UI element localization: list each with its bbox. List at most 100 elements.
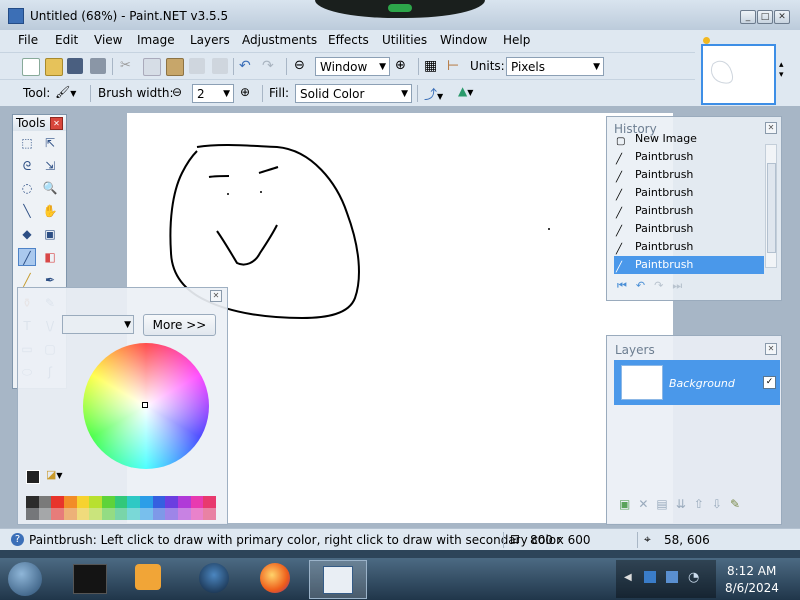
menu-effects[interactable]: Effects xyxy=(328,33,369,47)
zoom-icon[interactable]: 🔍 xyxy=(41,179,59,197)
menu-help[interactable]: Help xyxy=(503,33,530,47)
minimize-button[interactable]: _ xyxy=(740,10,756,24)
palette-swatch[interactable] xyxy=(26,508,39,520)
layer-properties-icon[interactable]: ✎ xyxy=(730,497,748,511)
close-icon[interactable]: ✕ xyxy=(50,117,63,130)
cut-icon[interactable]: ✂ xyxy=(120,58,136,74)
primary-secondary-dropdown[interactable]: ▼ xyxy=(62,315,134,334)
move-selection-icon[interactable]: ⇲ xyxy=(41,157,59,175)
menu-view[interactable]: View xyxy=(94,33,122,47)
deselect-icon[interactable] xyxy=(212,58,228,74)
palette-swatch[interactable] xyxy=(140,508,153,520)
palette-swatch[interactable] xyxy=(114,508,128,520)
close-icon[interactable]: ✕ xyxy=(765,122,777,134)
units-dropdown[interactable]: Pixels ▼ xyxy=(506,57,604,76)
thumbnail-scroll-arrows[interactable]: ▴ ▾ xyxy=(779,60,784,80)
open-icon[interactable] xyxy=(45,58,63,76)
redo-icon[interactable]: ↷ xyxy=(654,279,672,292)
eraser-icon[interactable]: ◧ xyxy=(41,248,59,266)
undo-icon[interactable]: ↶ xyxy=(239,58,255,74)
history-item[interactable]: ╱ Paintbrush xyxy=(614,184,764,202)
start-button[interactable] xyxy=(8,562,42,596)
palette-swatch[interactable] xyxy=(152,496,166,508)
palette-swatch[interactable] xyxy=(89,496,103,508)
palette-swatch[interactable] xyxy=(76,508,90,520)
history-item[interactable]: ╱ Paintbrush xyxy=(614,238,764,256)
palette-swatch[interactable] xyxy=(64,496,77,508)
palette-swatch[interactable] xyxy=(127,508,141,520)
palette-swatch[interactable] xyxy=(38,508,52,520)
decrease-width-icon[interactable]: ⊖ xyxy=(172,85,182,99)
history-item[interactable]: ╱ Paintbrush xyxy=(614,220,764,238)
color-wheel-marker[interactable] xyxy=(142,402,148,408)
menu-file[interactable]: File xyxy=(18,33,38,47)
palette-menu-icon[interactable]: ◪▼ xyxy=(46,468,63,481)
add-layer-icon[interactable]: ▣ xyxy=(619,497,638,511)
palette-swatch[interactable] xyxy=(102,508,115,520)
lasso-select-icon[interactable]: ᘓ xyxy=(18,157,36,175)
rulers-icon[interactable]: ⊢ xyxy=(447,58,463,74)
rewind-icon[interactable]: ⏮ xyxy=(617,279,636,292)
palette-swatch[interactable] xyxy=(102,496,115,508)
move-layer-up-icon[interactable]: ⇧ xyxy=(694,497,712,511)
menu-window[interactable]: Window xyxy=(440,33,487,47)
palette-swatch[interactable] xyxy=(26,496,39,508)
palette-swatch[interactable] xyxy=(140,496,153,508)
paintnet-taskbar-button[interactable] xyxy=(309,560,367,599)
palette-swatch[interactable] xyxy=(203,496,217,508)
palette-swatch[interactable] xyxy=(127,496,141,508)
color-wheel[interactable] xyxy=(83,343,209,469)
history-item[interactable]: ▢ New Image xyxy=(614,134,764,148)
grid-icon[interactable]: ▦ xyxy=(424,58,440,74)
close-icon[interactable]: ✕ xyxy=(210,290,222,302)
close-icon[interactable]: ✕ xyxy=(765,343,777,355)
merge-layer-icon[interactable]: ⇊ xyxy=(676,497,694,511)
increase-width-icon[interactable]: ⊕ xyxy=(240,85,250,99)
delete-layer-icon[interactable]: ✕ xyxy=(638,497,656,511)
menu-utilities[interactable]: Utilities xyxy=(382,33,427,47)
move-selected-pixels-icon[interactable]: ⇱ xyxy=(41,134,59,152)
palette-swatch[interactable] xyxy=(51,496,65,508)
palette-swatch[interactable] xyxy=(203,508,217,520)
menu-image[interactable]: Image xyxy=(137,33,175,47)
tools-window-header[interactable]: Tools ✕ xyxy=(13,115,66,131)
undo-icon[interactable]: ↶ xyxy=(636,279,654,292)
layer-visibility-checkbox[interactable]: ✓ xyxy=(763,376,776,389)
tool-picker[interactable]: 🖌▼ xyxy=(55,85,85,101)
media-player-taskbar-icon[interactable] xyxy=(135,564,161,590)
gradient-icon[interactable]: ▣ xyxy=(41,225,59,243)
rectangle-select-icon[interactable]: ⬚ xyxy=(18,134,36,152)
palette-swatch[interactable] xyxy=(178,496,191,508)
zoom-dropdown[interactable]: Window ▼ xyxy=(315,57,390,76)
menu-edit[interactable]: Edit xyxy=(55,33,78,47)
clock-time[interactable]: 8:12 AM xyxy=(727,564,776,578)
menu-layers[interactable]: Layers xyxy=(190,33,230,47)
terminal-taskbar-icon[interactable] xyxy=(73,564,107,594)
save-icon[interactable] xyxy=(67,58,83,74)
palette-swatch[interactable] xyxy=(165,508,179,520)
firefox-taskbar-icon[interactable] xyxy=(260,563,290,593)
move-layer-down-icon[interactable]: ⇩ xyxy=(712,497,730,511)
magic-wand-icon[interactable]: ╲ xyxy=(18,202,36,220)
print-icon[interactable] xyxy=(90,58,106,74)
palette-swatch[interactable] xyxy=(165,496,179,508)
paint-bucket-icon[interactable]: ◆ xyxy=(18,225,36,243)
alpha-blending-icon[interactable]: ▲▼ xyxy=(458,84,473,98)
new-icon[interactable] xyxy=(22,58,40,76)
palette-swatch[interactable] xyxy=(152,508,166,520)
maximize-button[interactable]: □ xyxy=(757,10,773,24)
history-item[interactable]: ╱ Paintbrush xyxy=(614,202,764,220)
zoom-in-icon[interactable]: ⊕ xyxy=(395,58,411,74)
history-item[interactable]: ╱ Paintbrush xyxy=(614,166,764,184)
history-controls[interactable]: ⏮↶↷⏭ xyxy=(617,279,691,293)
palette-swatch[interactable] xyxy=(190,508,204,520)
palette-swatch[interactable] xyxy=(178,508,191,520)
copy-icon[interactable] xyxy=(143,58,161,76)
palette-swatch[interactable] xyxy=(64,508,77,520)
paste-icon[interactable] xyxy=(166,58,184,76)
pan-icon[interactable]: ✋ xyxy=(41,202,59,220)
duplicate-layer-icon[interactable]: ▤ xyxy=(656,497,675,511)
crop-icon[interactable] xyxy=(189,58,205,74)
paintbrush-icon[interactable]: ╱ xyxy=(18,248,36,266)
palette-swatch[interactable] xyxy=(114,496,128,508)
